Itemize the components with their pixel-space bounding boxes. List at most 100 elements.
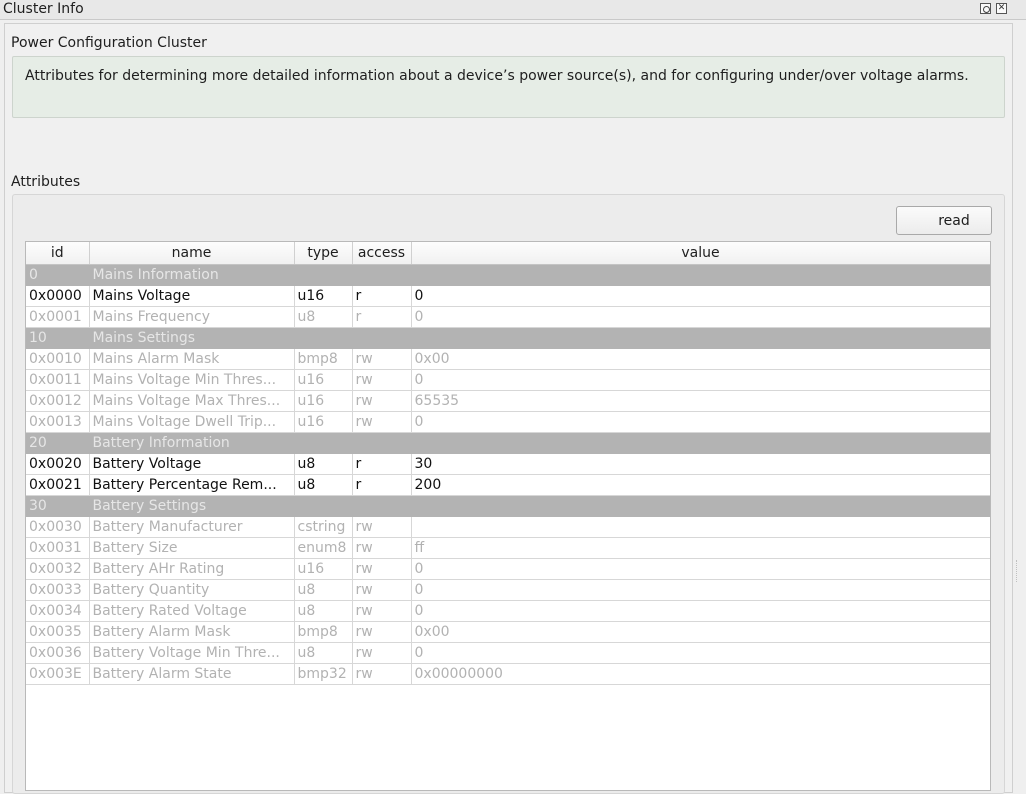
- cell-value[interactable]: 0: [411, 642, 990, 664]
- cell-id[interactable]: 0x0013: [26, 411, 90, 433]
- cell-name[interactable]: Mains Alarm Mask: [89, 348, 295, 370]
- cell-access[interactable]: rw: [352, 537, 412, 559]
- cell-type[interactable]: u8: [294, 474, 353, 496]
- cell-name[interactable]: Mains Voltage Max Thres...: [89, 390, 295, 412]
- table-row[interactable]: 0x0012 Mains Voltage Max Thres... u16 rw 655…: [26, 390, 990, 412]
- cell-type[interactable]: u8: [294, 642, 353, 664]
- cell-access[interactable]: rw: [352, 642, 412, 664]
- cell-value[interactable]: [411, 495, 990, 517]
- cell-name[interactable]: Battery Rated Voltage: [89, 600, 295, 622]
- table-row[interactable]: 0x0031 Battery Size enum8 rw ff: [26, 537, 990, 559]
- cell-type[interactable]: cstring: [294, 516, 353, 538]
- cell-id[interactable]: 0x0035: [26, 621, 90, 643]
- cell-access[interactable]: rw: [352, 369, 412, 391]
- cell-value[interactable]: ff: [411, 537, 990, 559]
- cell-access[interactable]: [352, 264, 412, 286]
- cell-id[interactable]: 0x0030: [26, 516, 90, 538]
- cell-type[interactable]: u16: [294, 285, 353, 307]
- table-row[interactable]: 0x0013 Mains Voltage Dwell Trip... u16 rw 0: [26, 411, 990, 433]
- cell-value[interactable]: [411, 327, 990, 349]
- cell-name[interactable]: Mains Frequency: [89, 306, 295, 328]
- cell-value[interactable]: 0: [411, 369, 990, 391]
- cell-name[interactable]: Mains Information: [89, 264, 295, 286]
- column-header-access[interactable]: access: [352, 242, 412, 265]
- column-header-name[interactable]: name: [89, 242, 295, 265]
- cell-type[interactable]: u16: [294, 558, 353, 580]
- cell-access[interactable]: rw: [352, 579, 412, 601]
- cell-value[interactable]: [411, 264, 990, 286]
- cell-value[interactable]: 0x00: [411, 348, 990, 370]
- cell-name[interactable]: Battery Information: [89, 432, 295, 454]
- table-row[interactable]: 0x0036 Battery Voltage Min Thre... u8 rw 0: [26, 642, 990, 664]
- cell-access[interactable]: rw: [352, 390, 412, 412]
- cell-name[interactable]: Mains Voltage Dwell Trip...: [89, 411, 295, 433]
- cell-id[interactable]: 10: [26, 327, 90, 349]
- cell-value[interactable]: 0: [411, 600, 990, 622]
- cell-access[interactable]: rw: [352, 411, 412, 433]
- cell-id[interactable]: 0x0032: [26, 558, 90, 580]
- cell-access[interactable]: r: [352, 453, 412, 475]
- cell-id[interactable]: 0x0010: [26, 348, 90, 370]
- group-row[interactable]: 20 Battery Information: [26, 432, 990, 454]
- cell-name[interactable]: Battery Settings: [89, 495, 295, 517]
- table-row[interactable]: 0x0034 Battery Rated Voltage u8 rw 0: [26, 600, 990, 622]
- cell-access[interactable]: rw: [352, 663, 412, 685]
- cell-id[interactable]: 0x0001: [26, 306, 90, 328]
- cell-name[interactable]: Battery AHr Rating: [89, 558, 295, 580]
- cell-name[interactable]: Battery Manufacturer: [89, 516, 295, 538]
- cell-type[interactable]: [294, 495, 353, 517]
- cell-type[interactable]: u16: [294, 390, 353, 412]
- cell-access[interactable]: r: [352, 474, 412, 496]
- cell-access[interactable]: rw: [352, 621, 412, 643]
- cell-type[interactable]: [294, 264, 353, 286]
- cell-name[interactable]: Mains Voltage: [89, 285, 295, 307]
- cell-value[interactable]: 200: [411, 474, 990, 496]
- cell-type[interactable]: u8: [294, 600, 353, 622]
- table-row[interactable]: 0x0021 Battery Percentage Rem... u8 r 200: [26, 474, 990, 496]
- cell-name[interactable]: Battery Voltage: [89, 453, 295, 475]
- cell-access[interactable]: rw: [352, 558, 412, 580]
- column-header-id[interactable]: id: [26, 242, 90, 265]
- table-row[interactable]: 0x0030 Battery Manufacturer cstring rw: [26, 516, 990, 538]
- cell-type[interactable]: u16: [294, 411, 353, 433]
- cell-name[interactable]: Mains Settings: [89, 327, 295, 349]
- cell-value[interactable]: 0: [411, 411, 990, 433]
- cell-type[interactable]: u8: [294, 453, 353, 475]
- cell-access[interactable]: r: [352, 306, 412, 328]
- cell-id[interactable]: 30: [26, 495, 90, 517]
- cell-type[interactable]: bmp8: [294, 348, 353, 370]
- cell-value[interactable]: 0: [411, 306, 990, 328]
- cell-id[interactable]: 0x0012: [26, 390, 90, 412]
- cell-id[interactable]: 0x0036: [26, 642, 90, 664]
- cell-value[interactable]: 0x00000000: [411, 663, 990, 685]
- cell-access[interactable]: rw: [352, 516, 412, 538]
- cell-name[interactable]: Battery Alarm Mask: [89, 621, 295, 643]
- cell-id[interactable]: 0x0033: [26, 579, 90, 601]
- cell-type[interactable]: [294, 432, 353, 454]
- cell-name[interactable]: Battery Quantity: [89, 579, 295, 601]
- cell-access[interactable]: [352, 495, 412, 517]
- splitter-handle[interactable]: [1016, 560, 1019, 582]
- close-window-icon[interactable]: ✕: [996, 3, 1007, 14]
- cell-value[interactable]: 0: [411, 285, 990, 307]
- cell-value[interactable]: 30: [411, 453, 990, 475]
- cell-access[interactable]: r: [352, 285, 412, 307]
- group-row[interactable]: 30 Battery Settings: [26, 495, 990, 517]
- table-row[interactable]: 0x003E Battery Alarm State bmp32 rw 0x000000…: [26, 663, 990, 685]
- cell-name[interactable]: Battery Percentage Rem...: [89, 474, 295, 496]
- table-row[interactable]: 0x0010 Mains Alarm Mask bmp8 rw 0x00: [26, 348, 990, 370]
- table-row[interactable]: 0x0033 Battery Quantity u8 rw 0: [26, 579, 990, 601]
- cell-type[interactable]: [294, 327, 353, 349]
- cell-id[interactable]: 0: [26, 264, 90, 286]
- group-row[interactable]: 0 Mains Information: [26, 264, 990, 286]
- cell-id[interactable]: 0x0000: [26, 285, 90, 307]
- cell-id[interactable]: 0x0031: [26, 537, 90, 559]
- cell-access[interactable]: rw: [352, 348, 412, 370]
- cell-type[interactable]: u8: [294, 579, 353, 601]
- cell-type[interactable]: u16: [294, 369, 353, 391]
- cell-type[interactable]: bmp8: [294, 621, 353, 643]
- cell-name[interactable]: Battery Alarm State: [89, 663, 295, 685]
- table-row[interactable]: 0x0020 Battery Voltage u8 r 30: [26, 453, 990, 475]
- cell-access[interactable]: [352, 432, 412, 454]
- cell-access[interactable]: [352, 327, 412, 349]
